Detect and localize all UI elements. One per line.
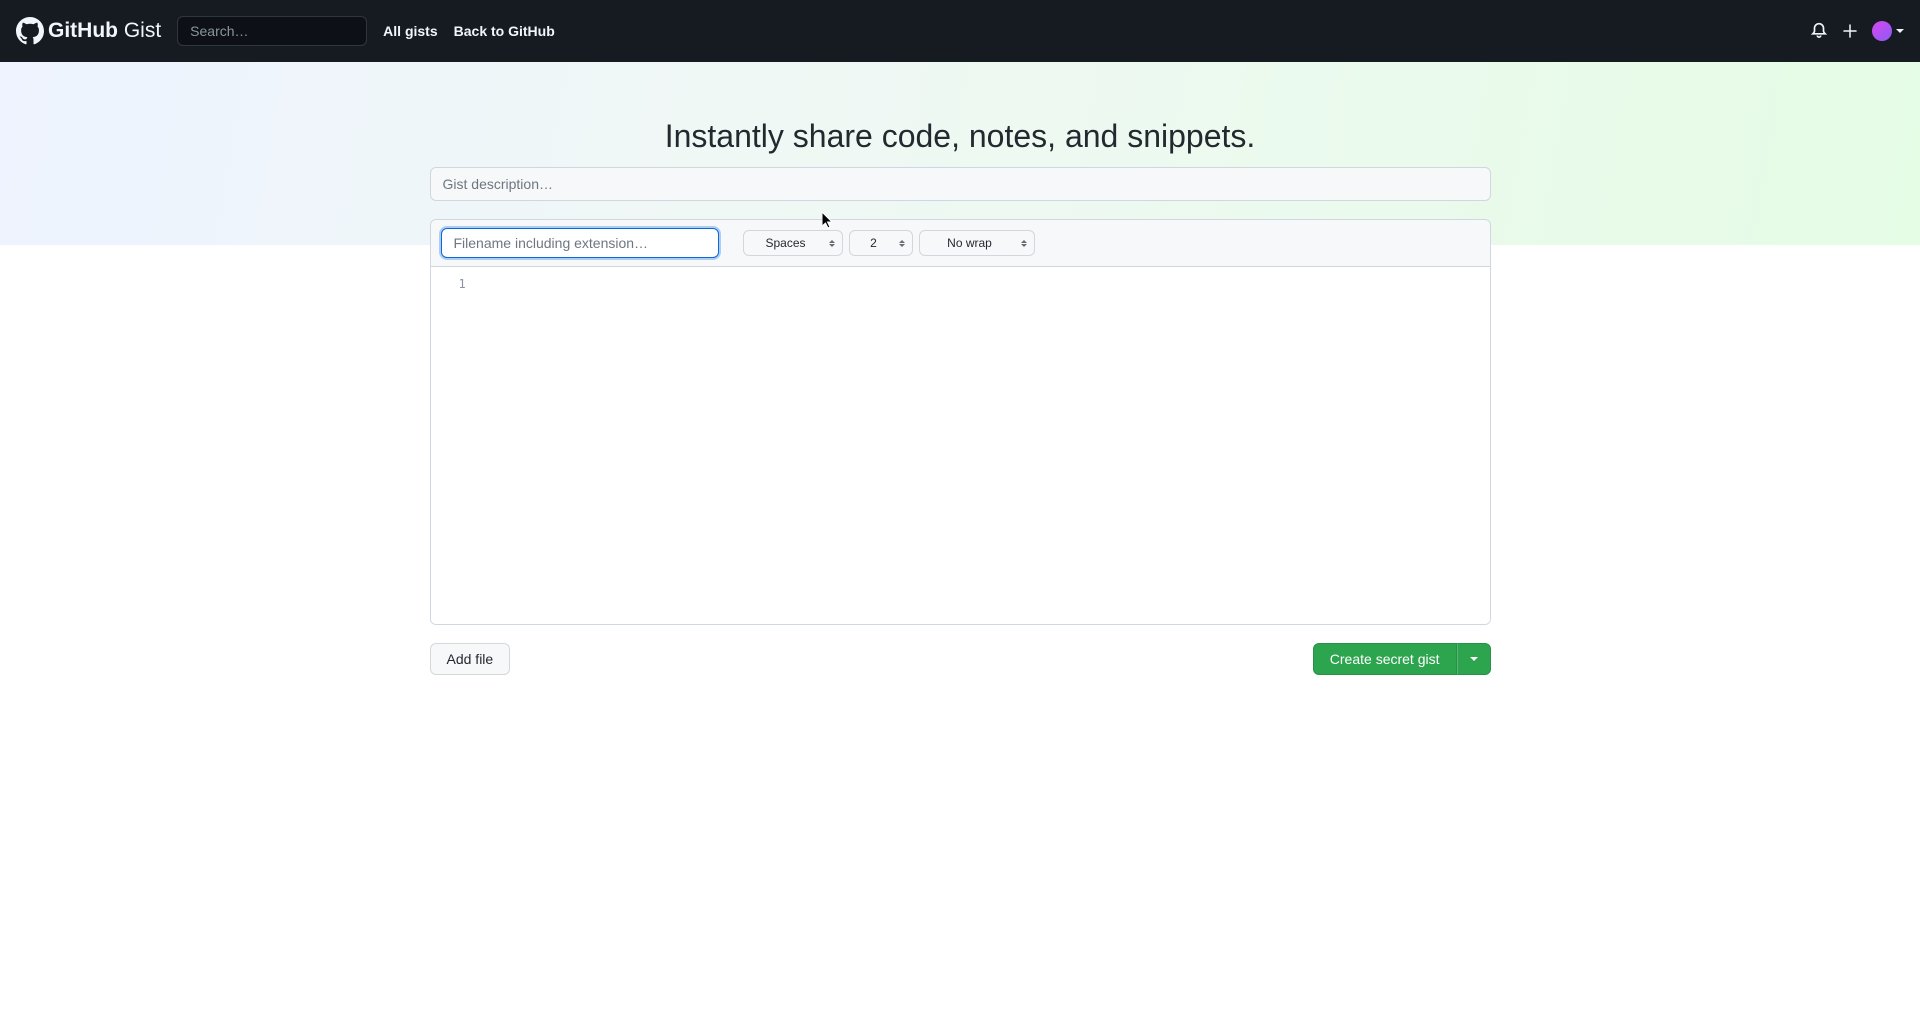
search-input[interactable] xyxy=(177,16,367,46)
create-new-icon[interactable] xyxy=(1842,23,1858,39)
hero-title: Instantly share code, notes, and snippet… xyxy=(0,118,1920,155)
create-gist-dropdown[interactable] xyxy=(1457,643,1491,675)
line-number: 1 xyxy=(459,277,466,291)
indent-mode-select-wrap: Spaces xyxy=(743,230,843,256)
user-menu[interactable] xyxy=(1872,21,1904,41)
indent-size-select[interactable]: 2 xyxy=(849,230,913,256)
filename-input[interactable] xyxy=(441,228,719,258)
chevron-down-icon xyxy=(1896,29,1904,33)
logo-text-github: GitHub xyxy=(48,19,118,42)
code-textarea[interactable] xyxy=(482,267,1490,624)
logo-text-gist: Gist xyxy=(124,19,161,42)
wrap-mode-select[interactable]: No wrap xyxy=(919,230,1035,256)
create-gist-group: Create secret gist xyxy=(1313,643,1491,675)
file-header: Spaces 2 No wrap xyxy=(431,220,1490,267)
add-file-button[interactable]: Add file xyxy=(430,643,511,675)
nav-all-gists[interactable]: All gists xyxy=(383,23,437,39)
gist-description-input[interactable] xyxy=(430,167,1491,201)
file-editor-box: Spaces 2 No wrap 1 xyxy=(430,219,1491,625)
nav-links: All gists Back to GitHub xyxy=(383,23,555,39)
nav-back-to-github[interactable]: Back to GitHub xyxy=(454,23,555,39)
app-header: GitHub Gist All gists Back to GitHub xyxy=(0,0,1920,62)
logo-link[interactable]: GitHub Gist xyxy=(16,17,161,45)
indent-size-select-wrap: 2 xyxy=(849,230,913,256)
avatar-icon xyxy=(1872,21,1892,41)
header-right xyxy=(1810,21,1904,41)
create-secret-gist-button[interactable]: Create secret gist xyxy=(1313,643,1457,675)
notifications-icon[interactable] xyxy=(1810,22,1828,40)
wrap-mode-select-wrap: No wrap xyxy=(919,230,1035,256)
github-mark-icon xyxy=(16,17,44,45)
header-left: GitHub Gist All gists Back to GitHub xyxy=(16,16,555,46)
code-editor[interactable]: 1 xyxy=(431,267,1490,624)
main-content: Spaces 2 No wrap 1 Add file C xyxy=(414,167,1507,675)
chevron-down-icon xyxy=(1470,657,1478,661)
line-gutter: 1 xyxy=(431,267,482,624)
actions-row: Add file Create secret gist xyxy=(430,643,1491,675)
editor-options: Spaces 2 No wrap xyxy=(743,230,1035,256)
indent-mode-select[interactable]: Spaces xyxy=(743,230,843,256)
